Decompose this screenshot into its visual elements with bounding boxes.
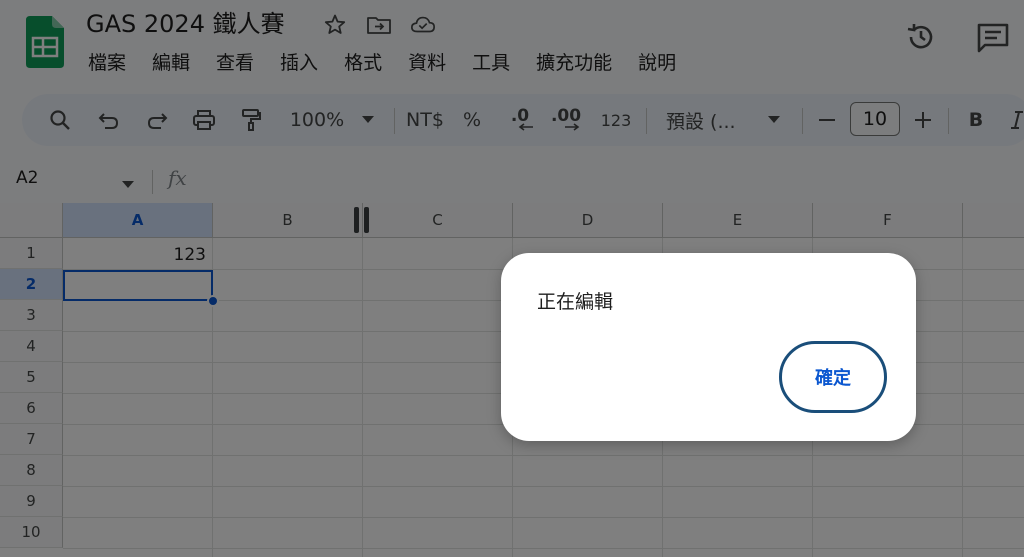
ok-button[interactable]: 確定 bbox=[779, 341, 887, 413]
sheets-app: GAS 2024 鐵人賽 檔案 編輯 查看 插入 格式 資料 工具 擴充功能 說… bbox=[0, 0, 1024, 557]
alert-dialog: 正在編輯 確定 bbox=[501, 253, 916, 441]
dialog-message: 正在編輯 bbox=[537, 291, 614, 313]
